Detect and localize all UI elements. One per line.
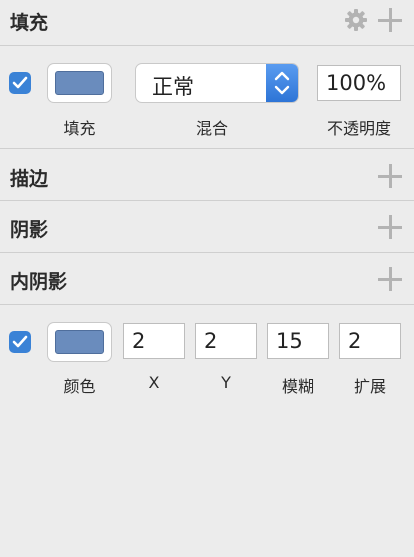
inner-shadow-section-header: 内阴影: [0, 253, 414, 305]
chevron-up-down-icon: [266, 64, 298, 102]
add-fill-plus-icon[interactable]: [378, 8, 402, 32]
inner-shadow-color-swatch: [55, 330, 104, 354]
fill-section-title: 填充: [10, 12, 49, 34]
fill-section-header: 填充: [0, 0, 414, 46]
blend-mode-value: 正常: [152, 75, 194, 99]
inner-shadow-x-field[interactable]: 2: [123, 323, 185, 359]
inner-shadow-color-label: 颜色: [63, 377, 96, 396]
inner-shadow-spread-field[interactable]: 2: [339, 323, 401, 359]
inner-shadow-blur-field[interactable]: 15: [267, 323, 329, 359]
border-section-title: 描边: [10, 168, 49, 190]
fill-color-swatch-button[interactable]: [47, 63, 112, 103]
blend-mode-label: 混合: [195, 119, 228, 138]
inner-shadow-section-title: 内阴影: [10, 271, 68, 293]
shadow-section-title: 阴影: [10, 219, 49, 241]
opacity-field[interactable]: 100%: [317, 65, 401, 101]
gear-icon[interactable]: [344, 8, 368, 32]
fill-enabled-checkbox[interactable]: [9, 72, 31, 94]
add-border-plus-icon[interactable]: [378, 164, 402, 188]
checkmark-icon: [12, 335, 28, 348]
border-section-header: 描边: [0, 148, 414, 201]
shadow-section-header: 阴影: [0, 201, 414, 253]
opacity-label: 不透明度: [326, 119, 391, 138]
inner-shadow-y-label: Y: [221, 373, 231, 392]
blend-mode-select[interactable]: 正常: [135, 63, 299, 103]
fill-color-swatch: [55, 71, 104, 95]
inner-shadow-x-label: X: [148, 373, 160, 392]
fill-color-label: 填充: [63, 119, 96, 138]
inner-shadow-spread-label: 扩展: [353, 377, 386, 396]
inner-shadow-enabled-checkbox[interactable]: [9, 331, 31, 353]
inner-shadow-blur-label: 模糊: [281, 377, 314, 396]
add-shadow-plus-icon[interactable]: [378, 215, 402, 239]
inner-shadow-y-field[interactable]: 2: [195, 323, 257, 359]
inner-shadow-color-swatch-button[interactable]: [47, 322, 112, 362]
add-inner-shadow-plus-icon[interactable]: [378, 267, 402, 291]
checkmark-icon: [12, 76, 28, 89]
